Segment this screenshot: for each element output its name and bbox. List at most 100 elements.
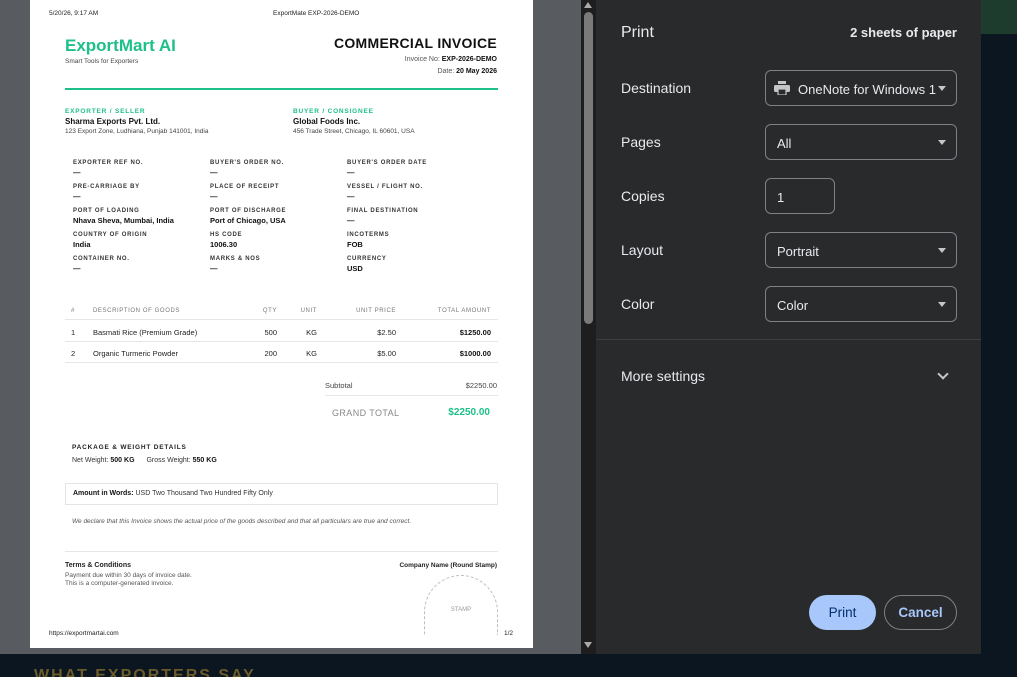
copies-input[interactable]: 1 <box>765 178 835 214</box>
print-preview-area[interactable]: 5/20/26, 9:17 AM ExportMate EXP-2026-DEM… <box>0 0 581 654</box>
chevron-down-icon <box>938 140 946 145</box>
field-value: India <box>73 240 91 249</box>
table-header-cell: UNIT PRICE <box>356 308 396 314</box>
field-value: Nhava Sheva, Mumbai, India <box>73 216 174 225</box>
print-header-title: ExportMate EXP-2026-DEMO <box>273 10 360 17</box>
print-dialog-title: Print <box>621 24 654 41</box>
table-cell: 200 <box>264 349 277 358</box>
field-label: PORT OF DISCHARGE <box>210 208 287 214</box>
background-page-strip: WHAT EXPORTERS SAY <box>0 654 1017 677</box>
terms-title: Terms & Conditions <box>65 562 131 569</box>
field-cell: PORT OF LOADING Nhava Sheva, Mumbai, Indi… <box>73 208 174 225</box>
sheet-count: 2 sheets of paper <box>850 25 957 40</box>
field-value: — <box>347 168 355 177</box>
field-value: — <box>73 192 81 201</box>
field-value: — <box>210 168 218 177</box>
pages-select[interactable]: All <box>765 124 957 160</box>
scroll-up-icon[interactable] <box>584 2 592 8</box>
table-cell: $1000.00 <box>459 349 491 358</box>
field-cell: PRE-CARRIAGE BY — <box>73 184 140 201</box>
background-heading: WHAT EXPORTERS SAY <box>34 667 256 677</box>
color-label: Color <box>621 296 655 312</box>
table-row-divider <box>65 362 498 363</box>
table-cell: $1250.00 <box>459 328 491 337</box>
field-cell: EXPORTER REF NO. — <box>73 160 143 177</box>
weight-details: Net Weight: 500 KG Gross Weight: 550 KG <box>72 457 217 464</box>
field-label: PLACE OF RECEIPT <box>210 184 280 190</box>
terms-line: This is a computer-generated invoice. <box>65 580 174 587</box>
field-label: CONTAINER NO. <box>73 256 130 262</box>
field-value: — <box>347 192 355 201</box>
table-cell: 2 <box>71 349 76 358</box>
field-label: VESSEL / FLIGHT NO. <box>347 184 423 190</box>
preview-scrollbar[interactable] <box>581 0 596 654</box>
print-button[interactable]: Print <box>809 595 876 630</box>
chevron-down-icon <box>938 248 946 253</box>
brand-tagline: Smart Tools for Exporters <box>65 58 139 65</box>
subtotal-value: $2250.00 <box>465 381 497 390</box>
field-label: EXPORTER REF NO. <box>73 160 144 166</box>
stamp-area: STAMP <box>424 575 498 635</box>
layout-select[interactable]: Portrait <box>765 232 957 268</box>
table-header-cell: DESCRIPTION OF GOODS <box>93 308 181 314</box>
package-title: PACKAGE & WEIGHT DETAILS <box>72 444 187 451</box>
copies-label: Copies <box>621 188 665 204</box>
brand-logo-text: ExportMart AI <box>65 36 176 55</box>
field-cell: HS CODE 1006.30 <box>210 232 242 249</box>
print-settings-panel: Print 2 sheets of paper Destination OneN… <box>596 0 981 654</box>
field-cell: BUYER'S ORDER NO. — <box>210 160 284 177</box>
field-label: BUYER'S ORDER NO. <box>210 160 285 166</box>
table-header-cell: QTY <box>262 308 277 314</box>
table-header-cell: # <box>71 308 75 314</box>
field-label: HS CODE <box>210 232 243 238</box>
field-cell: MARKS & NOS — <box>210 256 260 273</box>
table-header-cell: TOTAL AMOUNT <box>437 308 491 314</box>
exporter-block: EXPORTER / SELLER Sharma Exports Pvt. Lt… <box>65 108 208 135</box>
buyer-block: BUYER / CONSIGNEE Global Foods Inc. 456 … <box>293 108 415 135</box>
table-cell: KG <box>306 328 317 337</box>
printer-icon <box>774 81 790 95</box>
pages-label: Pages <box>621 134 661 150</box>
terms-line: Payment due within 30 days of invoice da… <box>65 572 192 579</box>
field-value: — <box>347 216 355 225</box>
field-cell: FINAL DESTINATION — <box>347 208 418 225</box>
background-page-edge <box>981 0 1017 654</box>
table-cell: 1 <box>71 328 76 337</box>
table-cell: 500 <box>264 328 277 337</box>
buyer-label: BUYER / CONSIGNEE <box>293 108 374 115</box>
destination-select[interactable]: OneNote for Windows 1 <box>765 70 957 106</box>
buyer-address: 456 Trade Street, Chicago, IL 60601, USA <box>293 128 415 135</box>
field-label: COUNTRY OF ORIGIN <box>73 232 148 238</box>
declaration: We declare that this Invoice shows the a… <box>72 518 412 525</box>
cancel-button[interactable]: Cancel <box>884 595 957 630</box>
field-cell: INCOTERMS FOB <box>347 232 389 249</box>
field-cell: CONTAINER NO. — <box>73 256 130 273</box>
field-value: — <box>210 264 218 273</box>
grand-total-value: $2250.00 <box>448 407 490 418</box>
buyer-name: Global Foods Inc. <box>293 117 361 126</box>
field-cell: COUNTRY OF ORIGIN India <box>73 232 147 249</box>
field-value: 1006.30 <box>210 240 238 249</box>
more-settings-toggle[interactable]: More settings <box>621 368 705 384</box>
field-label: PRE-CARRIAGE BY <box>73 184 140 190</box>
field-cell: PORT OF DISCHARGE Port of Chicago, USA <box>210 208 286 225</box>
scroll-down-icon[interactable] <box>584 642 592 648</box>
table-cell: Organic Turmeric Powder <box>93 349 179 358</box>
table-cell: $5.00 <box>377 349 396 358</box>
invoice-title: COMMERCIAL INVOICE <box>333 35 497 51</box>
invoice-date: Date: 20 May 2026 <box>437 68 497 75</box>
print-header-datetime: 5/20/26, 9:17 AM <box>49 10 99 17</box>
field-label: CURRENCY <box>347 256 387 262</box>
chevron-down-icon <box>938 86 946 91</box>
table-header-cell: UNIT <box>300 308 317 314</box>
scrollbar-thumb[interactable] <box>584 12 593 324</box>
field-value: Port of Chicago, USA <box>210 216 286 225</box>
field-value: FOB <box>347 240 363 249</box>
chevron-down-icon[interactable] <box>937 368 949 380</box>
header-divider <box>65 88 498 90</box>
preview-page: 5/20/26, 9:17 AM ExportMate EXP-2026-DEM… <box>30 0 533 648</box>
print-footer-page: 1/2 <box>504 630 514 637</box>
color-select[interactable]: Color <box>765 286 957 322</box>
print-footer-url: https://exportmartai.com <box>49 630 119 637</box>
company-stamp-label: Company Name (Round Stamp) <box>399 562 497 569</box>
